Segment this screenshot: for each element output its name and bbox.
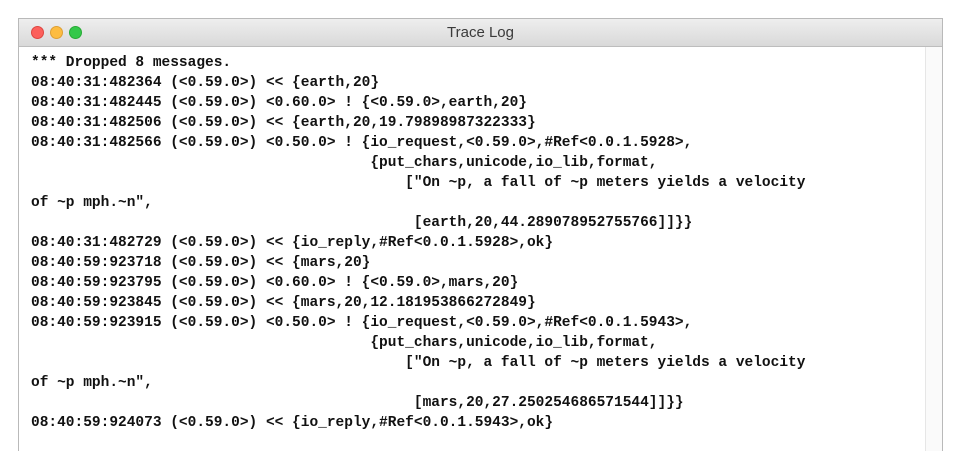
log-line: of ~p mph.~n", xyxy=(31,195,153,211)
log-line: 08:40:59:923845 (<0.59.0>) << {mars,20,1… xyxy=(31,295,536,311)
log-line: 08:40:31:482506 (<0.59.0>) << {earth,20,… xyxy=(31,115,536,131)
log-line: ["On ~p, a fall of ~p meters yields a ve… xyxy=(31,355,806,371)
window-title: Trace Log xyxy=(447,24,514,41)
log-line: ["On ~p, a fall of ~p meters yields a ve… xyxy=(31,175,806,191)
log-line: [earth,20,44.289078952755766]]}} xyxy=(31,215,693,231)
title-bar[interactable]: Trace Log xyxy=(19,19,942,47)
log-line: 08:40:59:923718 (<0.59.0>) << {mars,20} xyxy=(31,255,371,271)
vertical-scrollbar[interactable] xyxy=(925,47,942,451)
log-line: of ~p mph.~n", xyxy=(31,375,153,391)
log-line: *** Dropped 8 messages. xyxy=(31,55,232,71)
log-line: 08:40:31:482729 (<0.59.0>) << {io_reply,… xyxy=(31,235,554,251)
log-line: {put_chars,unicode,io_lib,format, xyxy=(31,155,658,171)
log-line: 08:40:31:482566 (<0.59.0>) <0.50.0> ! {i… xyxy=(31,135,693,151)
log-line: 08:40:31:482445 (<0.59.0>) <0.60.0> ! {<… xyxy=(31,95,527,111)
log-line: {put_chars,unicode,io_lib,format, xyxy=(31,335,658,351)
log-line: 08:40:31:482364 (<0.59.0>) << {earth,20} xyxy=(31,75,380,91)
trace-log-window: Trace Log *** Dropped 8 messages. 08:40:… xyxy=(18,18,943,451)
log-line: 08:40:59:923795 (<0.59.0>) <0.60.0> ! {<… xyxy=(31,275,519,291)
log-line: [mars,20,27.250254686571544]]}} xyxy=(31,395,684,411)
log-line: 08:40:59:924073 (<0.59.0>) << {io_reply,… xyxy=(31,415,554,431)
log-text-area[interactable]: *** Dropped 8 messages. 08:40:31:482364 … xyxy=(19,47,926,451)
log-line: 08:40:59:923915 (<0.59.0>) <0.50.0> ! {i… xyxy=(31,315,693,331)
